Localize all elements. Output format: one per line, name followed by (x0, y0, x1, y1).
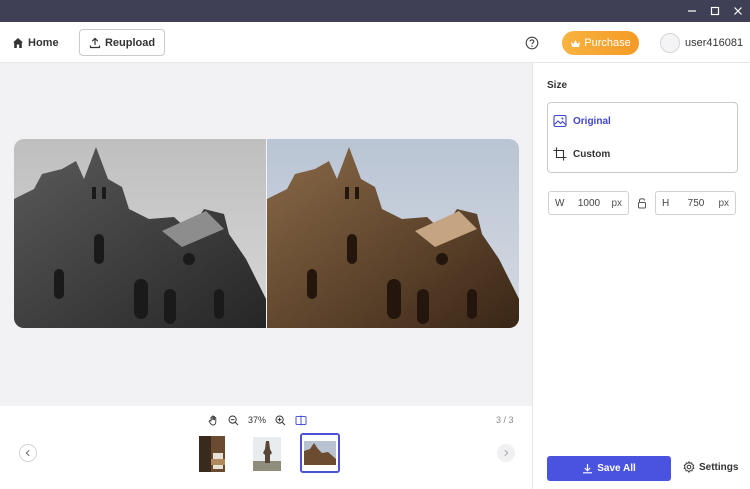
reupload-label: Reupload (104, 36, 156, 49)
zoom-level: 37% (248, 415, 267, 425)
app-header: Home Reupload Purchase user416081 (0, 22, 750, 63)
close-button[interactable] (726, 0, 750, 22)
minimize-button[interactable] (680, 0, 704, 22)
crown-icon (571, 39, 581, 47)
title-bar (0, 0, 750, 22)
thumbnail-strip: 37% 3 / 3 (0, 406, 532, 489)
comparison-preview (14, 139, 519, 328)
chevron-left-icon (25, 449, 30, 457)
thumbnail-1[interactable] (195, 433, 235, 473)
previous-image-button[interactable] (19, 444, 37, 462)
size-options: Original Custom (547, 102, 738, 173)
size-option-custom[interactable]: Custom (553, 145, 610, 163)
height-unit: px (718, 198, 729, 209)
size-title: Size (547, 80, 568, 91)
download-icon (583, 464, 593, 474)
crop-icon (553, 147, 567, 161)
maximize-icon (710, 6, 720, 16)
settings-label: Settings (699, 461, 739, 473)
save-all-button[interactable]: Save All (547, 456, 671, 481)
lock-icon[interactable] (637, 197, 647, 209)
maximize-button[interactable] (703, 0, 727, 22)
zoom-out-icon[interactable] (228, 415, 239, 426)
chevron-right-icon (504, 449, 509, 457)
minimize-icon (688, 10, 696, 12)
page-count: 3 / 3 (496, 415, 514, 425)
settings-panel: Size Original Custom W 1000 px H 750 px … (532, 63, 750, 489)
settings-button[interactable]: Settings (683, 461, 738, 473)
image-icon (553, 114, 567, 128)
thumbnail-3[interactable] (300, 433, 340, 473)
purchase-label: Purchase (584, 37, 631, 49)
help-icon (525, 36, 539, 50)
height-label: H (662, 198, 670, 209)
preview-area (0, 63, 532, 406)
size-option-label: Original (573, 115, 611, 127)
reupload-button[interactable]: Reupload (79, 29, 165, 56)
height-field[interactable]: H 750 px (655, 191, 736, 215)
width-field[interactable]: W 1000 px (548, 191, 629, 215)
save-all-label: Save All (597, 463, 636, 474)
upload-icon (89, 37, 101, 48)
zoom-toolbar: 37% (208, 413, 316, 427)
hand-icon[interactable] (208, 415, 219, 426)
avatar[interactable] (660, 33, 680, 53)
width-input[interactable]: 1000 (572, 198, 606, 209)
zoom-in-icon[interactable] (275, 415, 286, 426)
compare-icon[interactable] (295, 415, 307, 426)
gear-icon (683, 461, 695, 473)
home-button[interactable]: Home (12, 34, 59, 52)
thumbnail-2[interactable] (247, 433, 287, 473)
purchase-button[interactable]: Purchase (562, 31, 639, 55)
width-unit: px (611, 198, 622, 209)
help-button[interactable] (525, 36, 539, 50)
height-input[interactable]: 750 (679, 198, 713, 209)
size-option-original[interactable]: Original (553, 112, 611, 130)
username[interactable]: user416081 (685, 37, 743, 49)
next-image-button[interactable] (497, 444, 515, 462)
size-option-label: Custom (573, 148, 611, 160)
close-icon (734, 7, 742, 15)
width-label: W (555, 198, 565, 209)
home-label: Home (28, 37, 59, 49)
home-icon (13, 38, 23, 48)
